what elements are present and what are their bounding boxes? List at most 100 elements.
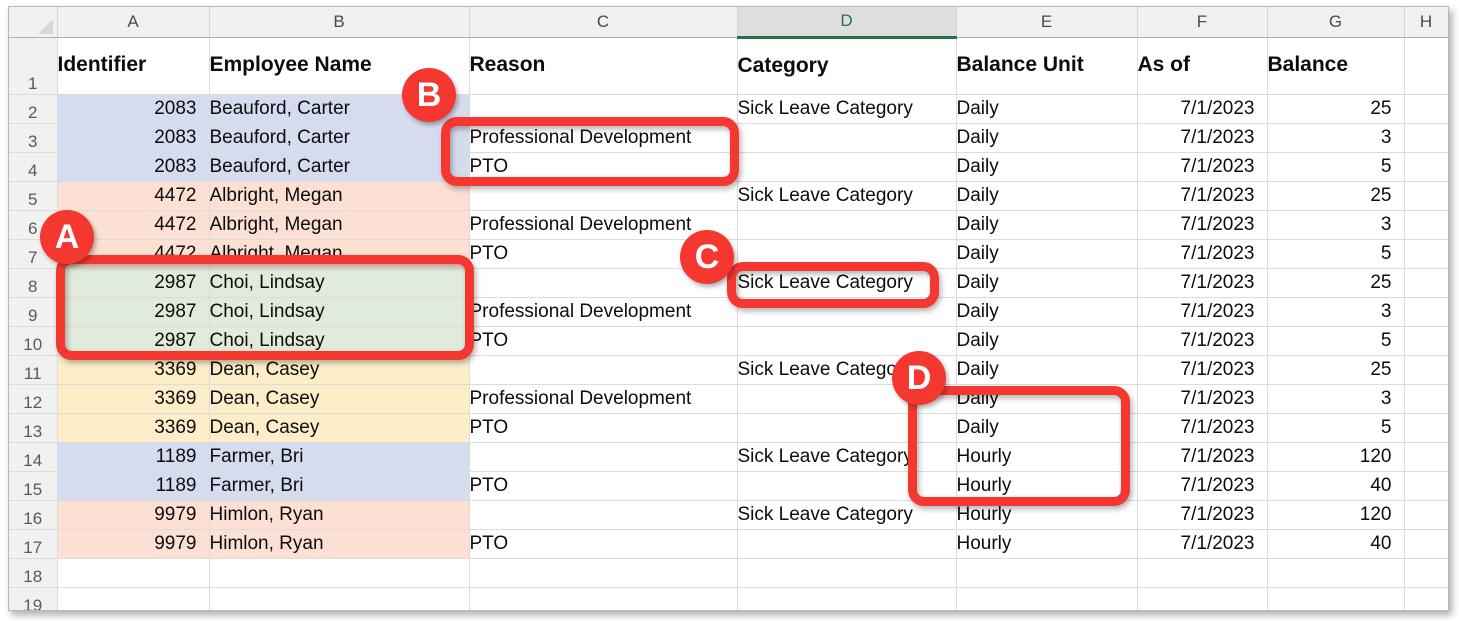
cell-reason[interactable] (469, 268, 738, 298)
cell-as-of[interactable]: 7/1/2023 (1137, 413, 1268, 443)
table-row[interactable]: 13 3369 Dean, Casey PTO Daily 7/1/2023 5 (9, 413, 1448, 443)
column-header-b[interactable]: B (209, 7, 470, 38)
cell-employee-name[interactable]: Dean, Casey (209, 413, 470, 443)
cell-blank-h[interactable] (1404, 94, 1448, 124)
cell-balance-unit[interactable] (956, 587, 1138, 610)
cell-balance-unit[interactable]: Daily (956, 384, 1138, 414)
header-as-of[interactable]: As of (1137, 37, 1268, 95)
column-header-h[interactable]: H (1404, 7, 1448, 38)
cell-balance[interactable]: 25 (1267, 268, 1405, 298)
cell-category[interactable] (737, 239, 957, 269)
table-row[interactable]: 9 2987 Choi, Lindsay Professional Developme… (9, 297, 1448, 327)
cell-reason[interactable]: PTO (469, 152, 738, 182)
row-number-4[interactable]: 4 (9, 152, 58, 182)
cell-identifier[interactable]: 2083 (57, 152, 210, 182)
cell-identifier[interactable]: 2987 (57, 326, 210, 356)
row-number-9[interactable]: 9 (9, 297, 58, 327)
cell-category[interactable] (737, 384, 957, 414)
cell-identifier[interactable]: 4472 (57, 181, 210, 211)
cell-as-of[interactable]: 7/1/2023 (1137, 326, 1268, 356)
cell-reason[interactable]: PTO (469, 326, 738, 356)
cell-employee-name[interactable]: Albright, Megan (209, 181, 470, 211)
cell-blank-h[interactable] (1404, 471, 1448, 501)
table-row[interactable]: 8 2987 Choi, Lindsay Sick Leave Category Dai… (9, 268, 1448, 298)
cell-identifier[interactable]: 9979 (57, 529, 210, 559)
cell-blank-h[interactable] (1404, 529, 1448, 559)
cell-category[interactable] (737, 152, 957, 182)
cell-as-of[interactable]: 7/1/2023 (1137, 181, 1268, 211)
cell-balance-unit[interactable]: Daily (956, 210, 1138, 240)
cell-balance-unit[interactable]: Daily (956, 326, 1138, 356)
cell-identifier[interactable] (57, 587, 210, 610)
cell-balance-unit[interactable]: Hourly (956, 442, 1138, 472)
cell-balance-unit[interactable]: Hourly (956, 471, 1138, 501)
cell-employee-name[interactable]: Beauford, Carter (209, 123, 470, 153)
table-row[interactable]: 14 1189 Farmer, Bri Sick Leave Category Hour… (9, 442, 1448, 472)
cell-balance[interactable]: 120 (1267, 500, 1405, 530)
table-row[interactable]: 11 3369 Dean, Casey Sick Leave Category Dail… (9, 355, 1448, 385)
cell-employee-name[interactable]: Albright, Megan (209, 210, 470, 240)
column-header-f[interactable]: F (1137, 7, 1268, 38)
row-number-1[interactable]: 1 (9, 37, 58, 95)
cell-category[interactable] (737, 587, 957, 610)
cell-balance[interactable]: 40 (1267, 471, 1405, 501)
worksheet-grid[interactable]: A B C D E F G H 1 Identifier Employee Na… (9, 7, 1448, 610)
cell-blank-h[interactable] (1404, 181, 1448, 211)
header-blank-h[interactable] (1404, 37, 1448, 95)
cell-as-of[interactable]: 7/1/2023 (1137, 355, 1268, 385)
cell-identifier[interactable]: 2987 (57, 268, 210, 298)
cell-balance[interactable]: 3 (1267, 123, 1405, 153)
cell-reason[interactable] (469, 558, 738, 588)
cell-as-of[interactable]: 7/1/2023 (1137, 239, 1268, 269)
cell-blank-h[interactable] (1404, 268, 1448, 298)
cell-employee-name[interactable]: Choi, Lindsay (209, 268, 470, 298)
cell-blank-h[interactable] (1404, 297, 1448, 327)
cell-reason[interactable]: Professional Development (469, 297, 738, 327)
cell-balance[interactable]: 120 (1267, 442, 1405, 472)
cell-blank-h[interactable] (1404, 558, 1448, 588)
cell-blank-h[interactable] (1404, 384, 1448, 414)
cell-reason[interactable]: PTO (469, 529, 738, 559)
header-employee-name[interactable]: Employee Name (209, 37, 470, 95)
cell-balance[interactable]: 5 (1267, 152, 1405, 182)
cell-reason[interactable]: PTO (469, 239, 738, 269)
cell-identifier[interactable] (57, 558, 210, 588)
cell-identifier[interactable]: 4472 (57, 239, 210, 269)
cell-category[interactable]: Sick Leave Category (737, 181, 957, 211)
cell-balance-unit[interactable] (956, 558, 1138, 588)
cell-employee-name[interactable]: Farmer, Bri (209, 471, 470, 501)
cell-blank-h[interactable] (1404, 500, 1448, 530)
row-number-8[interactable]: 8 (9, 268, 58, 298)
cell-balance[interactable]: 25 (1267, 355, 1405, 385)
column-header-a[interactable]: A (57, 7, 210, 38)
cell-as-of[interactable]: 7/1/2023 (1137, 500, 1268, 530)
cell-as-of[interactable]: 7/1/2023 (1137, 384, 1268, 414)
cell-balance[interactable]: 40 (1267, 529, 1405, 559)
cell-balance-unit[interactable]: Daily (956, 123, 1138, 153)
table-row[interactable]: 15 1189 Farmer, Bri PTO Hourly 7/1/2023 40 (9, 471, 1448, 501)
cell-reason[interactable] (469, 500, 738, 530)
table-row[interactable]: 18 (9, 558, 1448, 588)
cell-as-of[interactable] (1137, 558, 1268, 588)
cell-blank-h[interactable] (1404, 587, 1448, 610)
cell-blank-h[interactable] (1404, 239, 1448, 269)
cell-identifier[interactable]: 1189 (57, 471, 210, 501)
cell-balance-unit[interactable]: Daily (956, 355, 1138, 385)
cell-as-of[interactable] (1137, 587, 1268, 610)
cell-balance[interactable]: 25 (1267, 94, 1405, 124)
cell-employee-name[interactable] (209, 587, 470, 610)
cell-category[interactable] (737, 529, 957, 559)
cell-balance-unit[interactable]: Hourly (956, 500, 1138, 530)
row-number-14[interactable]: 14 (9, 442, 58, 472)
column-header-e[interactable]: E (956, 7, 1138, 38)
cell-reason[interactable] (469, 94, 738, 124)
header-reason[interactable]: Reason (469, 37, 738, 95)
table-row[interactable]: 19 (9, 587, 1448, 610)
cell-blank-h[interactable] (1404, 326, 1448, 356)
cell-balance[interactable]: 25 (1267, 181, 1405, 211)
header-balance[interactable]: Balance (1267, 37, 1405, 95)
cell-reason[interactable]: PTO (469, 471, 738, 501)
cell-identifier[interactable]: 2987 (57, 297, 210, 327)
cell-category[interactable] (737, 413, 957, 443)
cell-balance[interactable]: 3 (1267, 384, 1405, 414)
